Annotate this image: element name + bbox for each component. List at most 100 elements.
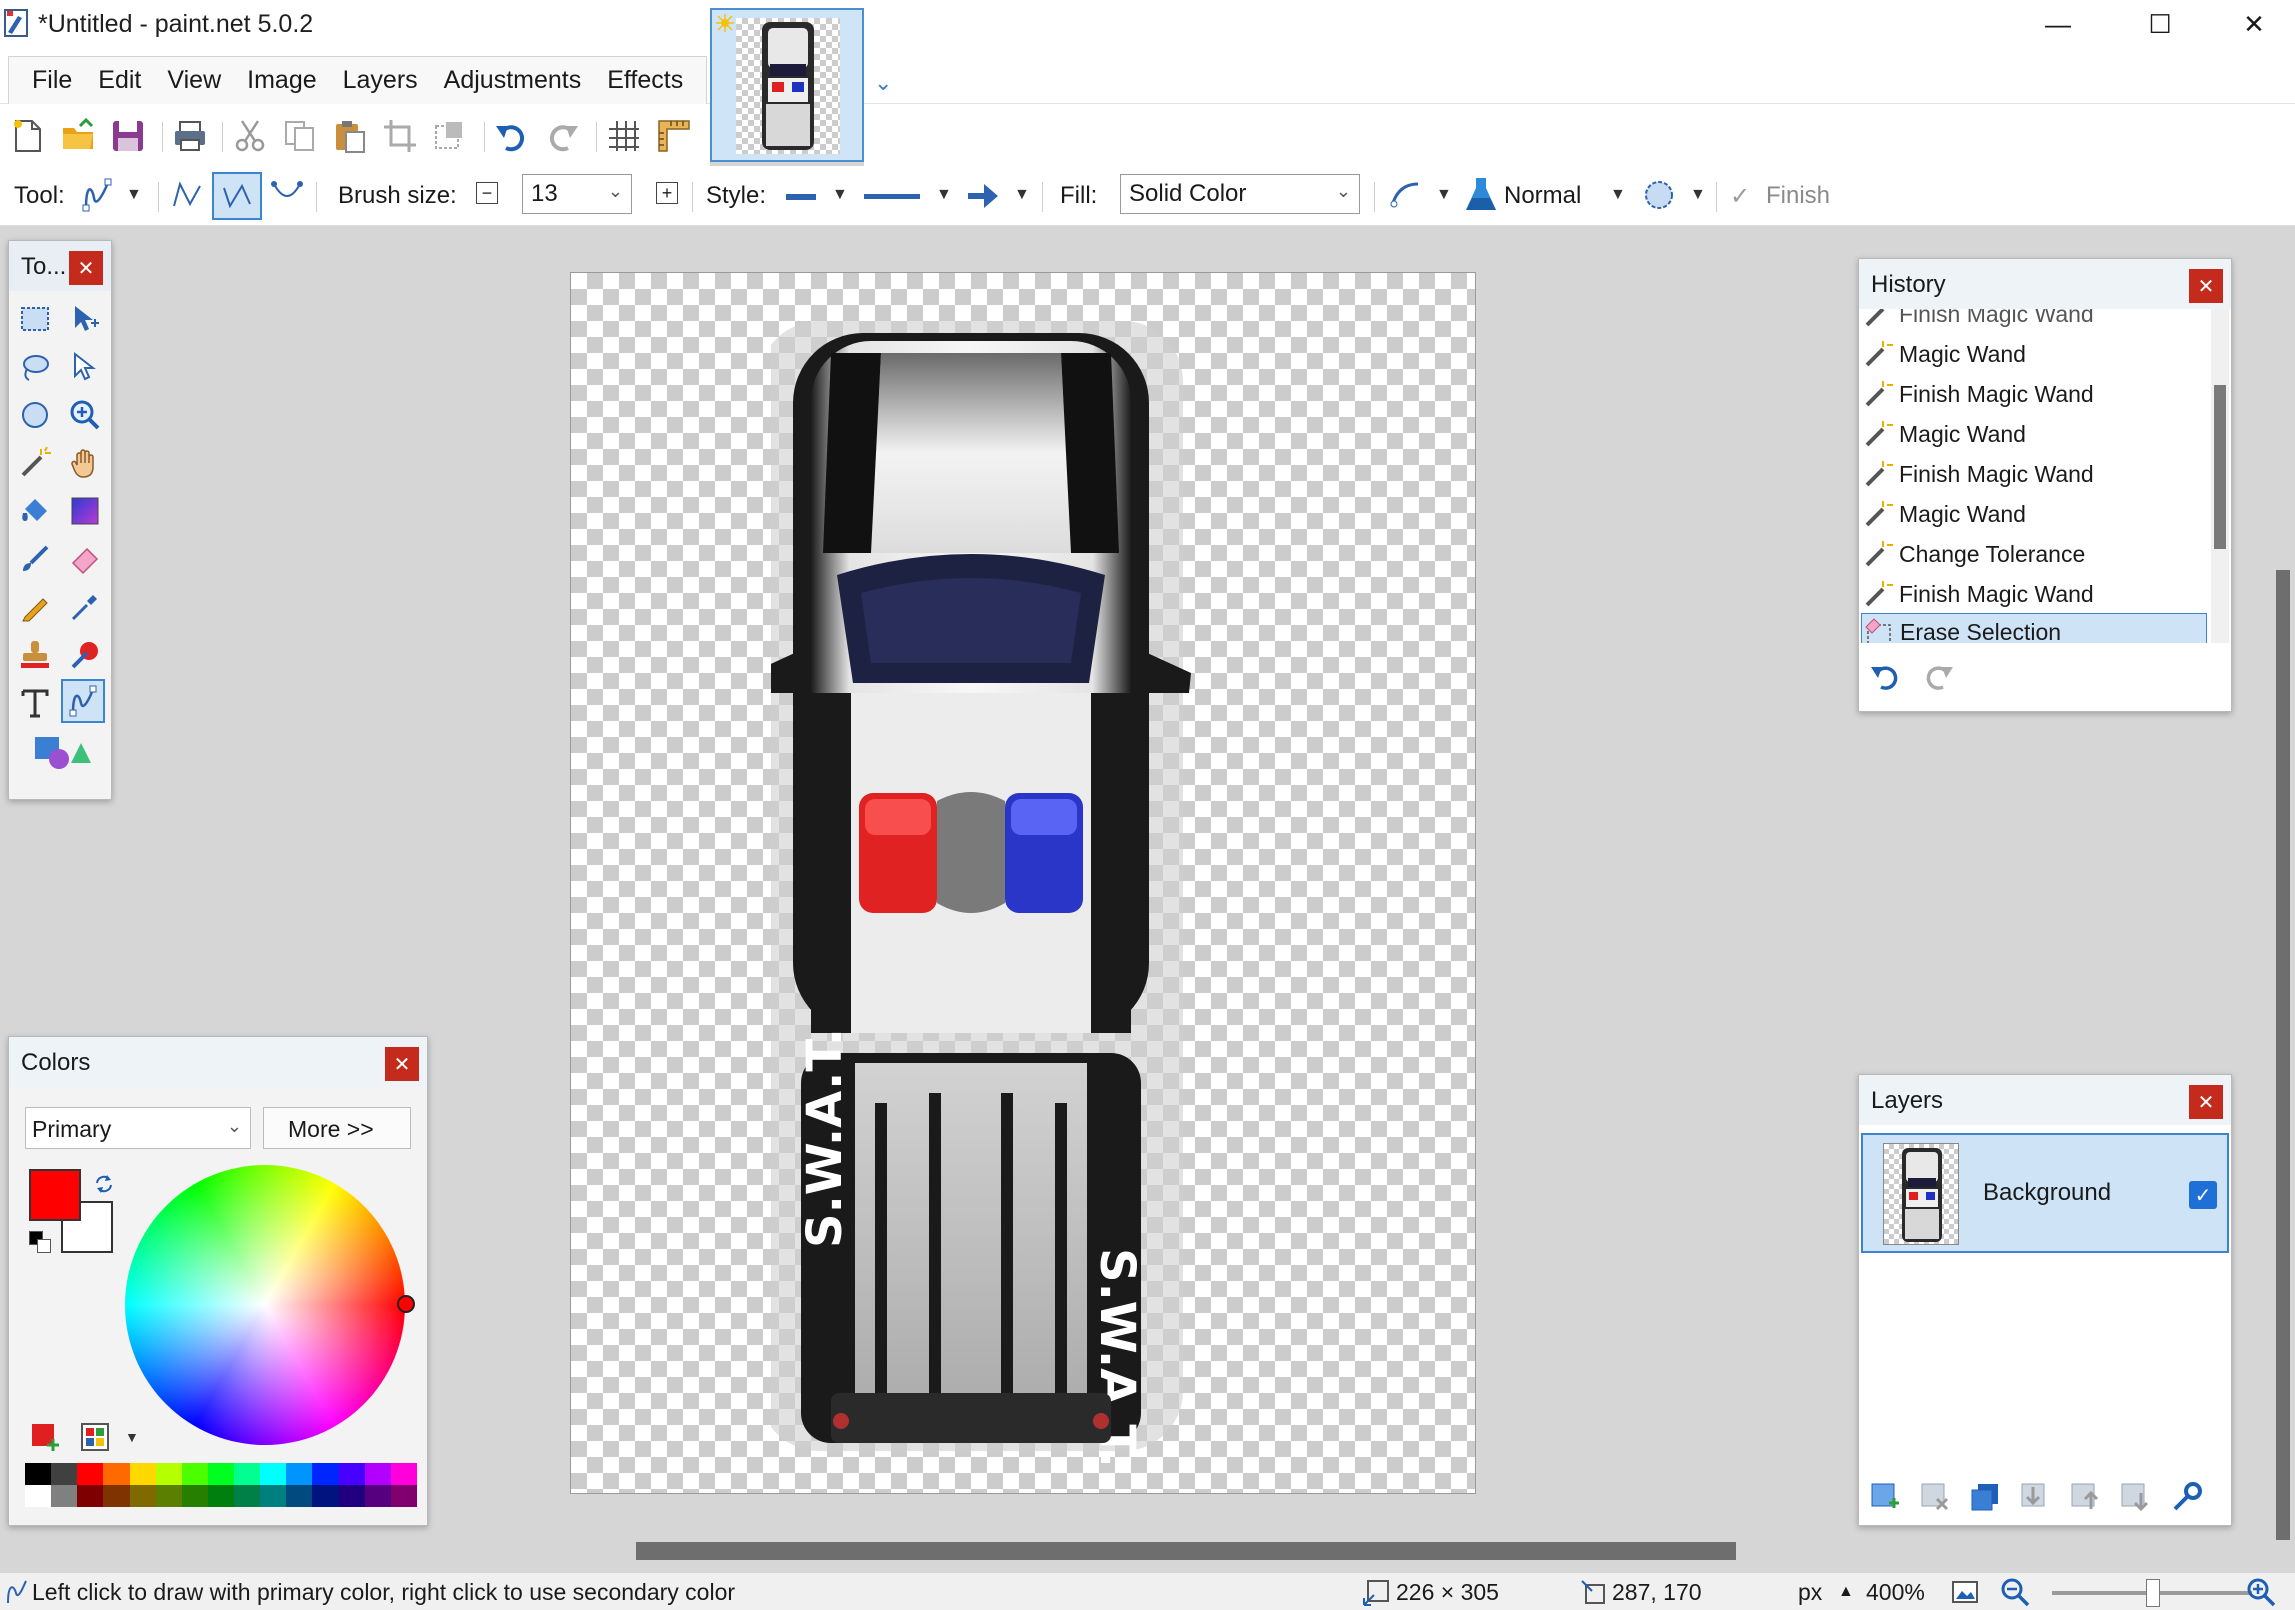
new-image-icon[interactable] bbox=[10, 118, 46, 154]
palette-swatch[interactable] bbox=[103, 1463, 130, 1485]
open-file-icon[interactable] bbox=[60, 118, 96, 154]
palette-swatch[interactable] bbox=[129, 1485, 156, 1507]
history-item[interactable]: Magic Wand bbox=[1861, 415, 2207, 453]
palette-swatch[interactable] bbox=[181, 1463, 208, 1485]
history-item-current[interactable]: Erase Selection bbox=[1861, 613, 2207, 643]
palette-swatch[interactable] bbox=[390, 1485, 417, 1507]
move-selection-tool[interactable] bbox=[63, 345, 107, 389]
blend-mode-flask-icon[interactable] bbox=[1464, 176, 1498, 214]
history-item[interactable]: Magic Wand bbox=[1861, 335, 2207, 373]
dash-style-icon[interactable] bbox=[864, 194, 920, 199]
palette-swatch[interactable] bbox=[77, 1463, 104, 1485]
colors-panel-close-button[interactable]: ✕ bbox=[385, 1047, 419, 1081]
cut-icon[interactable] bbox=[232, 118, 268, 154]
tab-overflow-chevron-icon[interactable]: ⌄ bbox=[874, 70, 892, 96]
magic-wand-tool[interactable] bbox=[13, 441, 57, 485]
history-item[interactable]: Finish Magic Wand bbox=[1861, 455, 2207, 493]
menu-view[interactable]: View bbox=[154, 66, 234, 95]
layer-properties-wrench-icon[interactable] bbox=[2171, 1481, 2203, 1513]
palette-menu-icon[interactable] bbox=[79, 1421, 111, 1453]
menu-file[interactable]: File bbox=[19, 66, 85, 95]
palette-swatch[interactable] bbox=[207, 1463, 235, 1485]
zoom-slider-thumb[interactable] bbox=[2146, 1579, 2160, 1607]
move-layer-down-icon[interactable] bbox=[2119, 1481, 2151, 1513]
palette-swatch[interactable] bbox=[364, 1463, 391, 1485]
menu-image[interactable]: Image bbox=[234, 66, 329, 95]
horizontal-scrollbar-thumb[interactable] bbox=[636, 1542, 1736, 1560]
ellipse-select-tool[interactable] bbox=[13, 393, 57, 437]
zoom-in-icon[interactable] bbox=[2246, 1577, 2276, 1607]
layer-visibility-checkbox[interactable]: ✓ bbox=[2189, 1181, 2217, 1209]
blend-mode-dropdown-icon[interactable]: ▼ bbox=[1610, 186, 1626, 204]
end-cap-dropdown-icon[interactable]: ▼ bbox=[1014, 186, 1030, 204]
more-colors-button[interactable]: More >> bbox=[263, 1107, 411, 1149]
copy-icon[interactable] bbox=[282, 118, 318, 154]
gradient-tool[interactable] bbox=[63, 489, 107, 533]
vertical-scrollbar-thumb[interactable] bbox=[2276, 570, 2290, 1540]
history-redo-icon[interactable] bbox=[1919, 661, 1955, 691]
save-icon[interactable] bbox=[110, 118, 146, 154]
palette-swatch[interactable] bbox=[207, 1485, 235, 1507]
selection-clipping-icon[interactable] bbox=[1642, 178, 1676, 212]
finish-button[interactable]: Finish bbox=[1766, 182, 1830, 210]
arrow-end-cap-icon[interactable] bbox=[966, 180, 1000, 212]
history-item[interactable]: Magic Wand bbox=[1861, 495, 2207, 533]
minimize-button[interactable]: — bbox=[2014, 0, 2102, 48]
shapes-tool[interactable] bbox=[25, 729, 97, 773]
palette-swatch[interactable] bbox=[338, 1463, 365, 1485]
text-tool[interactable] bbox=[13, 681, 57, 725]
reset-colors-white-swatch[interactable] bbox=[37, 1239, 51, 1253]
lasso-select-tool[interactable] bbox=[13, 345, 57, 389]
tools-panel-close-button[interactable]: ✕ bbox=[69, 251, 103, 285]
palette-swatch[interactable] bbox=[260, 1485, 287, 1507]
ellipse-arc-icon[interactable] bbox=[270, 178, 304, 212]
paint-bucket-tool[interactable] bbox=[13, 489, 57, 533]
undo-icon[interactable] bbox=[494, 118, 530, 154]
merge-layer-down-icon[interactable] bbox=[2019, 1481, 2051, 1513]
pencil-tool[interactable] bbox=[13, 585, 57, 629]
palette-swatch[interactable] bbox=[312, 1463, 339, 1485]
history-item[interactable]: Finish Magic Wand bbox=[1861, 375, 2207, 413]
palette-swatch[interactable] bbox=[181, 1485, 208, 1507]
palette-swatch[interactable] bbox=[286, 1485, 313, 1507]
palette-swatch[interactable] bbox=[25, 1485, 52, 1507]
layer-row-background[interactable]: Background ✓ bbox=[1861, 1133, 2229, 1253]
move-layer-up-icon[interactable] bbox=[2069, 1481, 2101, 1513]
dash-style-dropdown-icon[interactable]: ▼ bbox=[936, 186, 952, 204]
zoom-tool[interactable] bbox=[63, 393, 107, 437]
primary-color-swatch[interactable] bbox=[29, 1169, 81, 1221]
delete-layer-icon[interactable] bbox=[1919, 1481, 1951, 1513]
palette-swatch[interactable] bbox=[234, 1463, 261, 1485]
add-layer-icon[interactable] bbox=[1869, 1481, 1901, 1513]
palette-swatch[interactable] bbox=[129, 1463, 156, 1485]
layers-panel-close-button[interactable]: ✕ bbox=[2189, 1085, 2223, 1119]
line-curve-tool-icon[interactable] bbox=[80, 178, 114, 212]
duplicate-layer-icon[interactable] bbox=[1969, 1481, 2001, 1513]
pan-tool[interactable] bbox=[63, 441, 107, 485]
palette-swatch[interactable] bbox=[364, 1485, 391, 1507]
color-wheel[interactable] bbox=[125, 1165, 405, 1445]
color-mode-select[interactable]: Primary ⌄ bbox=[25, 1107, 251, 1149]
rectangle-select-tool[interactable] bbox=[13, 297, 57, 341]
menu-edit[interactable]: Edit bbox=[85, 66, 154, 95]
recolor-tool[interactable] bbox=[63, 633, 107, 677]
paste-icon[interactable] bbox=[332, 118, 368, 154]
increase-brush-size-button[interactable]: + bbox=[656, 182, 678, 204]
antialiasing-dropdown-icon[interactable]: ▼ bbox=[1436, 186, 1452, 204]
palette-swatch[interactable] bbox=[312, 1485, 339, 1507]
brush-size-input[interactable]: 13 ⌄ bbox=[522, 174, 632, 214]
palette-swatch[interactable] bbox=[155, 1463, 182, 1485]
palette-swatch[interactable] bbox=[338, 1485, 365, 1507]
units-dropdown-arrow-icon[interactable]: ▲ bbox=[1838, 1583, 1854, 1601]
spline-curve-icon[interactable] bbox=[170, 178, 204, 212]
palette-dropdown-arrow-icon[interactable]: ▼ bbox=[125, 1429, 139, 1445]
menu-adjustments[interactable]: Adjustments bbox=[431, 66, 595, 95]
eraser-tool[interactable] bbox=[63, 537, 107, 581]
palette-swatch[interactable] bbox=[51, 1485, 78, 1507]
palette-swatch[interactable] bbox=[155, 1485, 182, 1507]
rulers-icon[interactable] bbox=[656, 118, 692, 154]
move-selected-pixels-tool[interactable] bbox=[63, 297, 107, 341]
fill-mode-select[interactable]: Solid Color ⌄ bbox=[1120, 174, 1360, 214]
clone-stamp-tool[interactable] bbox=[13, 633, 57, 677]
zoom-readout[interactable]: 400% bbox=[1866, 1579, 1925, 1606]
